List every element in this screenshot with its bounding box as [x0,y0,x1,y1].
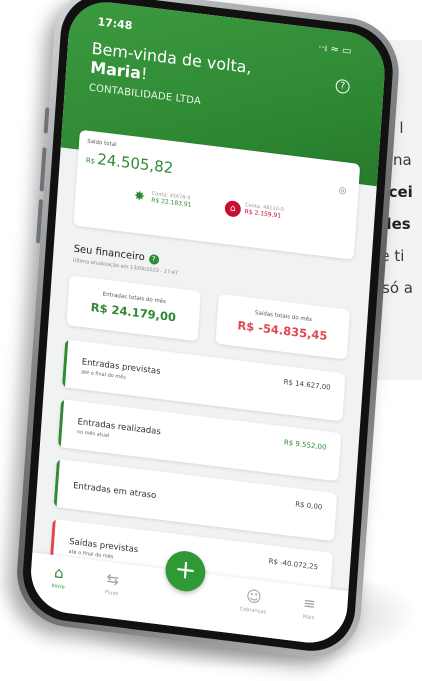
bank-icon: ⌂ [224,199,242,218]
status-icons: ··ı ≈ ▭ [317,42,352,58]
nav-item-inicio[interactable]: ⌂ Início [38,561,80,592]
account-item[interactable]: Conta: 45678-9 R$ 22.183,91 [151,191,192,209]
expense-total-card[interactable]: Saídas totais do mês R$ -54.835,45 [215,293,351,360]
row-value: R$ 9.552,00 [283,438,327,452]
nav-item-mais[interactable]: ≡ Mais [288,592,330,623]
status-time: 17:48 [97,15,133,33]
row-subtitle: no mês atual [76,429,110,440]
nav-item-cobrancas[interactable]: ☺ Cobranças [233,585,275,616]
billing-icon: ☺ [245,586,263,607]
eye-icon[interactable]: ◎ [338,186,347,197]
row-stripe [61,339,69,388]
transfer-icon: ⇆ [105,569,120,590]
account-icon: ✸ [133,188,146,205]
row-value: R$ 0,00 [294,500,323,512]
home-icon: ⌂ [53,563,65,583]
phone-bezel: 17:48 ··ı ≈ ▭ Bem-vinda de volta, Maria!… [19,0,396,657]
balance-amount: 24.505,82 [96,149,174,178]
balance-value: R$24.505,82 [85,149,174,178]
app-screen: 17:48 ··ı ≈ ▭ Bem-vinda de volta, Maria!… [28,0,388,648]
account-item[interactable]: Conta: 48110-0 R$ 2.159,91 [244,202,284,220]
row-value: R$ 14.627,00 [283,378,331,392]
phone-mockup: 17:48 ··ı ≈ ▭ Bem-vinda de volta, Maria!… [13,0,421,681]
nav-item-fluxo[interactable]: ⇆ Fluxo [92,568,134,599]
row-stripe [57,399,65,448]
income-total-card[interactable]: Entradas totais do mês R$ 24.179,00 [66,275,201,342]
info-icon[interactable]: ? [148,253,159,266]
balance-currency: R$ [85,156,96,166]
greeting-punct: ! [140,63,149,84]
row-value: R$ -40.072,25 [268,557,319,572]
help-icon[interactable]: ? [335,78,351,95]
menu-icon: ≡ [302,593,317,614]
balance-label: Saldo total [86,138,117,149]
row-title: Entradas em atraso [72,481,157,502]
row-stripe [53,458,60,508]
